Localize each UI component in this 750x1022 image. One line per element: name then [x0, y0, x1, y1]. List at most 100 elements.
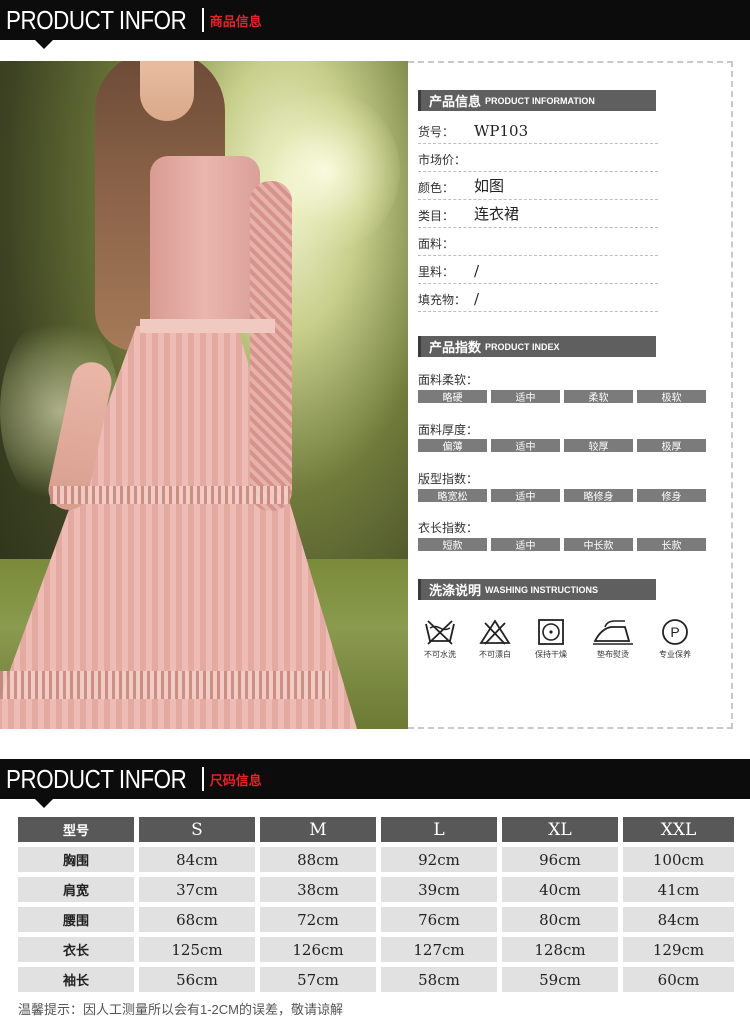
table-cell: 68cm	[139, 907, 255, 932]
table-cell: 128cm	[502, 937, 618, 962]
table-cell: 40cm	[502, 877, 618, 902]
table-cell: 92cm	[381, 847, 497, 872]
scale-option: 极软	[637, 390, 706, 404]
wash-item-keep-dry: 保持干燥	[526, 617, 576, 660]
header-notch	[35, 40, 53, 49]
header-cell: S	[139, 817, 255, 842]
product-index-title: 产品指数 PRODUCT INDEX	[418, 336, 656, 357]
scale-option: 适中	[491, 538, 560, 552]
header-notch	[35, 799, 53, 808]
table-cell: 129cm	[623, 937, 735, 962]
info-row-fabric: 面料：	[418, 230, 658, 256]
index-label-thickness: 面料厚度：	[418, 423, 479, 437]
header-cell: L	[381, 817, 497, 842]
index-label-length: 衣长指数：	[418, 521, 479, 535]
size-table-header: 型号 S M L XL XXL	[18, 817, 735, 842]
scale-option: 柔软	[564, 390, 633, 404]
table-row: 衣长 125cm 126cm 127cm 128cm 129cm	[18, 937, 735, 962]
scale-option: 修身	[637, 489, 706, 503]
scale-length: 短款 适中 中长款 长款	[418, 538, 706, 552]
scale-option: 适中	[491, 439, 560, 453]
table-cell: 80cm	[502, 907, 618, 932]
table-row: 腰围 68cm 72cm 76cm 80cm 84cm	[18, 907, 735, 932]
scale-option: 适中	[491, 390, 560, 404]
washing-icons: 不可水洗 不可漂白 保持干燥 垫布熨烫 P 专业保养	[416, 617, 706, 660]
header-subtitle: 尺码信息	[209, 772, 262, 788]
table-cell: 125cm	[139, 937, 255, 962]
product-info-header: PRODUCT INFOR 商品信息	[0, 0, 750, 40]
header-divider	[201, 767, 204, 791]
table-cell: 59cm	[502, 967, 618, 992]
header-cell: 型号	[18, 817, 134, 842]
info-row-filling: 填充物： /	[418, 286, 658, 312]
index-label-fit: 版型指数：	[418, 472, 479, 486]
iron-icon	[593, 620, 633, 645]
scale-option: 长款	[637, 538, 706, 552]
table-cell: 88cm	[260, 847, 376, 872]
table-cell: 76cm	[381, 907, 497, 932]
scale-option: 较厚	[564, 439, 633, 453]
header-cell: XXL	[623, 817, 735, 842]
scale-softness: 略硬 适中 柔软 极软	[418, 390, 706, 404]
row-label: 腰围	[18, 907, 134, 932]
info-row-price: 市场价：	[418, 146, 658, 172]
washing-instructions-title: 洗涤说明 WASHING INSTRUCTIONS	[418, 579, 656, 600]
table-cell: 38cm	[260, 877, 376, 902]
wash-item-no-bleach: 不可漂白	[470, 617, 520, 660]
header-title: PRODUCT INFOR	[6, 4, 187, 35]
table-cell: 84cm	[623, 907, 735, 932]
table-cell: 100cm	[623, 847, 735, 872]
header-subtitle: 商品信息	[209, 13, 262, 29]
info-row-color: 颜色： 如图	[418, 174, 658, 200]
header-cell: XL	[502, 817, 618, 842]
scale-option: 略硬	[418, 390, 487, 404]
measurement-note: 温馨提示：因人工测量所以会有1-2CM的误差，敬请谅解	[18, 1002, 344, 1017]
table-row: 袖长 56cm 57cm 58cm 59cm 60cm	[18, 967, 735, 992]
table-cell: 60cm	[623, 967, 735, 992]
wash-item-no-wash: 不可水洗	[416, 617, 464, 660]
product-photo	[0, 61, 408, 729]
size-table: 型号 S M L XL XXL 胸围 84cm 88cm 92cm 96cm 1…	[18, 817, 735, 997]
table-cell: 57cm	[260, 967, 376, 992]
no-bleach-icon	[479, 619, 511, 645]
index-label-softness: 面料柔软：	[418, 373, 479, 387]
scale-option: 偏薄	[418, 439, 487, 453]
table-cell: 126cm	[260, 937, 376, 962]
table-row: 胸围 84cm 88cm 92cm 96cm 100cm	[18, 847, 735, 872]
table-cell: 39cm	[381, 877, 497, 902]
table-cell: 72cm	[260, 907, 376, 932]
table-cell: 37cm	[139, 877, 255, 902]
scale-option: 短款	[418, 538, 487, 552]
row-label: 胸围	[18, 847, 134, 872]
scale-fit: 略宽松 适中 略修身 修身	[418, 489, 706, 503]
scale-option: 中长款	[564, 538, 633, 552]
header-title: PRODUCT INFOR	[6, 763, 187, 794]
scale-option: 略修身	[564, 489, 633, 503]
table-cell: 84cm	[139, 847, 255, 872]
row-label: 袖长	[18, 967, 134, 992]
header-cell: M	[260, 817, 376, 842]
product-info-panel: 产品信息 PRODUCT INFORMATION 货号： WP103 市场价： …	[408, 61, 733, 729]
table-cell: 41cm	[623, 877, 735, 902]
header-divider	[201, 8, 204, 32]
scale-option: 适中	[491, 489, 560, 503]
scale-thickness: 偏薄 适中 较厚 极厚	[418, 439, 706, 453]
professional-clean-icon: P	[662, 619, 688, 645]
tumble-dry-icon	[538, 619, 564, 645]
table-row: 肩宽 37cm 38cm 39cm 40cm 41cm	[18, 877, 735, 902]
info-row-category: 类目： 连衣裙	[418, 202, 658, 228]
wash-item-professional: P 专业保养	[650, 617, 700, 660]
no-wash-icon	[425, 620, 455, 645]
scale-option: 略宽松	[418, 489, 487, 503]
table-cell: 58cm	[381, 967, 497, 992]
info-row-lining: 里料： /	[418, 258, 658, 284]
table-cell: 96cm	[502, 847, 618, 872]
info-row-sku: 货号： WP103	[418, 118, 658, 144]
row-label: 衣长	[18, 937, 134, 962]
size-info-header: PRODUCT INFOR 尺码信息	[0, 759, 750, 799]
product-information-title: 产品信息 PRODUCT INFORMATION	[418, 90, 656, 111]
table-cell: 56cm	[139, 967, 255, 992]
svg-text:P: P	[670, 624, 679, 640]
table-cell: 127cm	[381, 937, 497, 962]
scale-option: 极厚	[637, 439, 706, 453]
